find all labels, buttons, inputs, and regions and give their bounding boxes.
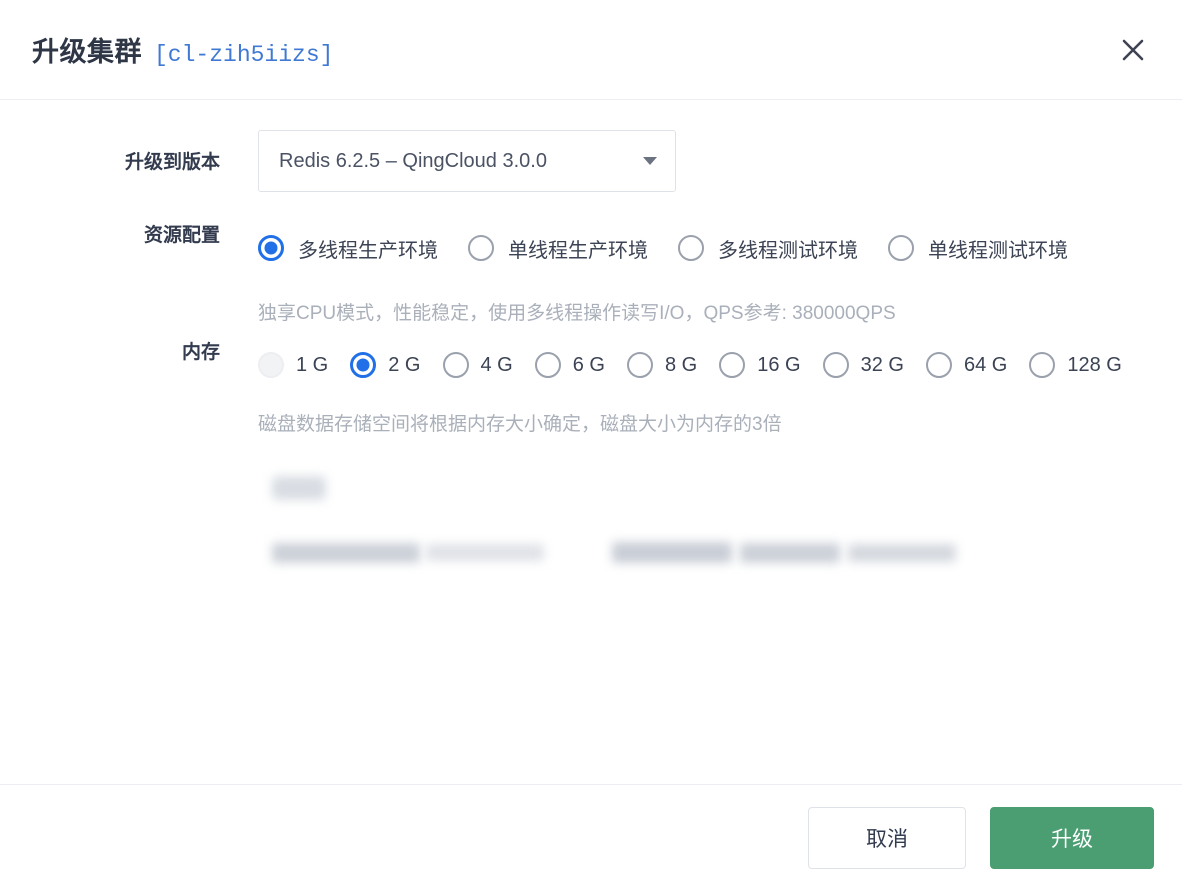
resource-option-label: 单线程生产环境: [508, 239, 648, 262]
memory-option-label: 32 G: [860, 353, 904, 376]
dialog-header: 升级集群 [cl-zih5iizs]: [0, 0, 1182, 100]
memory-option-label: 64 G: [963, 353, 1008, 376]
redacted-region: [0, 476, 1182, 563]
resource-option-label: 多线程测试环境: [718, 239, 858, 262]
redacted-bar: [740, 542, 840, 563]
memory-option-label: 8 G: [665, 353, 698, 376]
memory-hint-row: 磁盘数据存储空间将根据内存大小确定，磁盘大小为内存的3倍: [0, 411, 1182, 434]
version-control: Redis 6.2.5 – QingCloud 3.0.0: [258, 130, 1182, 192]
radio-icon: [468, 235, 494, 261]
close-button[interactable]: [1112, 29, 1154, 71]
redacted-bar: [848, 543, 956, 562]
radio-icon: [719, 352, 746, 378]
memory-option-8[interactable]: 128 G: [1029, 333, 1122, 397]
memory-option-3[interactable]: 6 G: [534, 333, 605, 397]
memory-label: 内存: [181, 342, 220, 363]
memory-option-6[interactable]: 32 G: [822, 333, 904, 397]
resource-row: 资源配置 多线程生产环境 单线程生产环境 多线程测试环境 单线程测试环境: [0, 216, 1182, 280]
version-select-value: Redis 6.2.5 – QingCloud 3.0.0: [279, 149, 547, 172]
memory-control: 1 G 2 G 4 G 6 G 8 G 16 G 32 G 64 G 128 G: [258, 333, 1182, 397]
memory-hint-control: 磁盘数据存储空间将根据内存大小确定，磁盘大小为内存的3倍: [258, 411, 1182, 434]
resource-hint-text: 独享CPU模式，性能稳定，使用多线程操作读写I/O，QPS参考: 380000Q…: [258, 303, 896, 324]
radio-icon: [258, 352, 284, 378]
memory-option-label: 128 G: [1067, 353, 1122, 376]
redacted-row: [272, 542, 1182, 563]
chevron-down-icon: [643, 157, 657, 165]
redacted-bar: [272, 542, 420, 563]
memory-option-1[interactable]: 2 G: [350, 333, 421, 397]
resource-label: 资源配置: [143, 225, 220, 246]
radio-icon: [627, 352, 653, 378]
upgrade-cluster-dialog: 升级集群 [cl-zih5iizs] 升级到版本 Redis 6.2.5 – Q…: [0, 0, 1182, 890]
redacted-bar: [426, 544, 544, 561]
memory-radio-group: 1 G 2 G 4 G 6 G 8 G 16 G 32 G 64 G 128 G: [258, 333, 1158, 397]
radio-icon: [678, 235, 704, 261]
version-label: 升级到版本: [124, 152, 220, 173]
radio-icon: [534, 352, 561, 378]
radio-icon: [442, 352, 469, 378]
resource-option-0[interactable]: 多线程生产环境: [258, 216, 438, 280]
resource-hint-control: 独享CPU模式，性能稳定，使用多线程操作读写I/O，QPS参考: 380000Q…: [258, 300, 1182, 323]
close-icon: [1120, 37, 1146, 63]
upgrade-button[interactable]: 升级: [990, 806, 1154, 869]
cancel-button[interactable]: 取消: [808, 806, 966, 869]
memory-option-0: 1 G: [258, 333, 328, 397]
resource-hint-row: 独享CPU模式，性能稳定，使用多线程操作读写I/O，QPS参考: 380000Q…: [0, 300, 1182, 323]
memory-option-5[interactable]: 16 G: [719, 333, 801, 397]
resource-radio-group: 多线程生产环境 单线程生产环境 多线程测试环境 单线程测试环境: [258, 216, 1158, 280]
radio-icon: [925, 352, 952, 378]
radio-icon: [888, 235, 914, 261]
version-row: 升级到版本 Redis 6.2.5 – QingCloud 3.0.0: [0, 130, 1182, 192]
memory-option-label: 16 G: [757, 353, 801, 376]
redacted-bar: [612, 542, 732, 563]
dialog-body: 升级到版本 Redis 6.2.5 – QingCloud 3.0.0 资源配置…: [0, 100, 1182, 784]
memory-option-label: 2 G: [388, 353, 421, 376]
memory-option-label: 1 G: [296, 353, 329, 376]
resource-option-label: 单线程测试环境: [928, 239, 1068, 262]
memory-option-2[interactable]: 4 G: [442, 333, 513, 397]
radio-icon: [1029, 352, 1056, 378]
radio-icon: [822, 352, 849, 378]
version-select[interactable]: Redis 6.2.5 – QingCloud 3.0.0: [258, 130, 676, 192]
page-title: 升级集群: [32, 37, 142, 67]
radio-icon: [350, 352, 377, 378]
memory-option-4[interactable]: 8 G: [627, 333, 697, 397]
memory-hint-text: 磁盘数据存储空间将根据内存大小确定，磁盘大小为内存的3倍: [258, 414, 782, 435]
resource-control: 多线程生产环境 单线程生产环境 多线程测试环境 单线程测试环境: [258, 216, 1182, 280]
memory-option-label: 4 G: [480, 353, 513, 376]
memory-option-label: 6 G: [572, 353, 605, 376]
resource-option-2[interactable]: 多线程测试环境: [678, 216, 858, 280]
dialog-footer: 取消 升级: [0, 784, 1182, 890]
memory-option-7[interactable]: 64 G: [925, 333, 1008, 397]
memory-row: 内存 1 G 2 G 4 G 6 G 8 G 16 G 32 G 64 G 12…: [0, 333, 1182, 397]
resource-option-1[interactable]: 单线程生产环境: [468, 216, 648, 280]
dialog-title-wrap: 升级集群 [cl-zih5iizs]: [32, 30, 1112, 69]
cluster-id-label: [cl-zih5iizs]: [154, 42, 334, 68]
resource-option-3[interactable]: 单线程测试环境: [888, 216, 1068, 280]
redacted-chip: [272, 476, 326, 500]
radio-icon: [258, 235, 284, 261]
resource-option-label: 多线程生产环境: [298, 239, 438, 262]
